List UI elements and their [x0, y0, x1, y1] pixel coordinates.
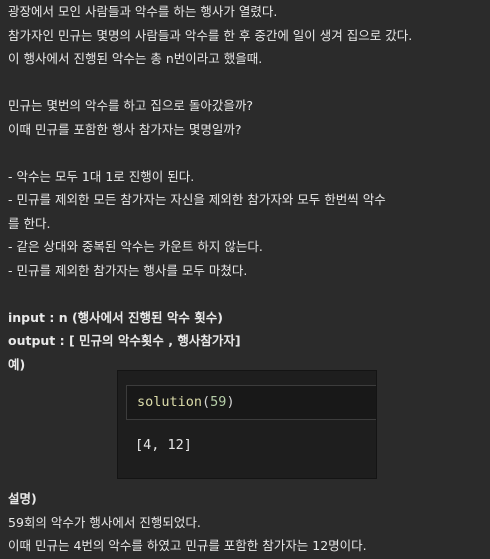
intro-line-2: 참가자인 민규는 몇명의 사람들과 악수를 한 후 중간에 일이 생겨 집으로 … — [8, 27, 413, 43]
problem-description: 광장에서 모인 사람들과 악수를 하는 행사가 열렸다. 참가자인 민규는 몇명… — [8, 0, 488, 376]
open-paren: ( — [202, 394, 211, 410]
rule-line-2: - 민규를 제외한 모든 참가자는 자신을 제외한 참가자와 모두 한번씩 악수 — [8, 192, 386, 207]
code-example-panel: solution(59) [4, 12] — [117, 370, 377, 479]
intro-line-1: 광장에서 모인 사람들과 악수를 하는 행사가 열렸다. — [8, 4, 278, 19]
input-spec: input : n (행사에서 진행된 악수 횟수) — [8, 309, 223, 325]
cell-marker — [118, 385, 121, 420]
explanation-section: 설명) 59회의 악수가 행사에서 진행되었다. 이때 민규는 4번의 악수를 … — [8, 487, 488, 558]
function-name: solution — [137, 394, 203, 410]
function-argument: 59 — [210, 394, 227, 410]
question-line-2: 이때 민규를 포함한 행사 참가자는 몇명일까? — [8, 121, 242, 137]
rule-line-1: - 악수는 모두 1대 1로 진행이 된다. — [8, 168, 195, 184]
question-line-1: 민규는 몇번의 악수를 하고 집으로 돌아갔을까? — [8, 98, 254, 113]
explanation-line-1: 59회의 악수가 행사에서 진행되었다. — [8, 514, 201, 530]
output-spec: output : [ 민규의 악수횟수 , 행사참가자] — [8, 333, 241, 348]
code-cell[interactable]: solution(59) — [126, 385, 376, 420]
rule-line-3: 를 한다. — [8, 215, 51, 231]
code-output: [4, 12] — [135, 437, 192, 453]
rule-line-5: - 민규를 제외한 참가자는 행사를 모두 마쳤다. — [8, 262, 248, 278]
intro-line-3: 이 행사에서 진행된 악수는 총 n번이라고 했을때. — [8, 51, 263, 66]
explanation-label: 설명) — [8, 491, 37, 506]
explanation-line-2: 이때 민규는 4번의 악수를 하였고 민규를 포함한 참가자는 12명이다. — [8, 538, 367, 553]
rule-line-4: - 같은 상대와 중복된 악수는 카운트 하지 않는다. — [8, 239, 263, 254]
close-paren: ) — [226, 394, 235, 410]
